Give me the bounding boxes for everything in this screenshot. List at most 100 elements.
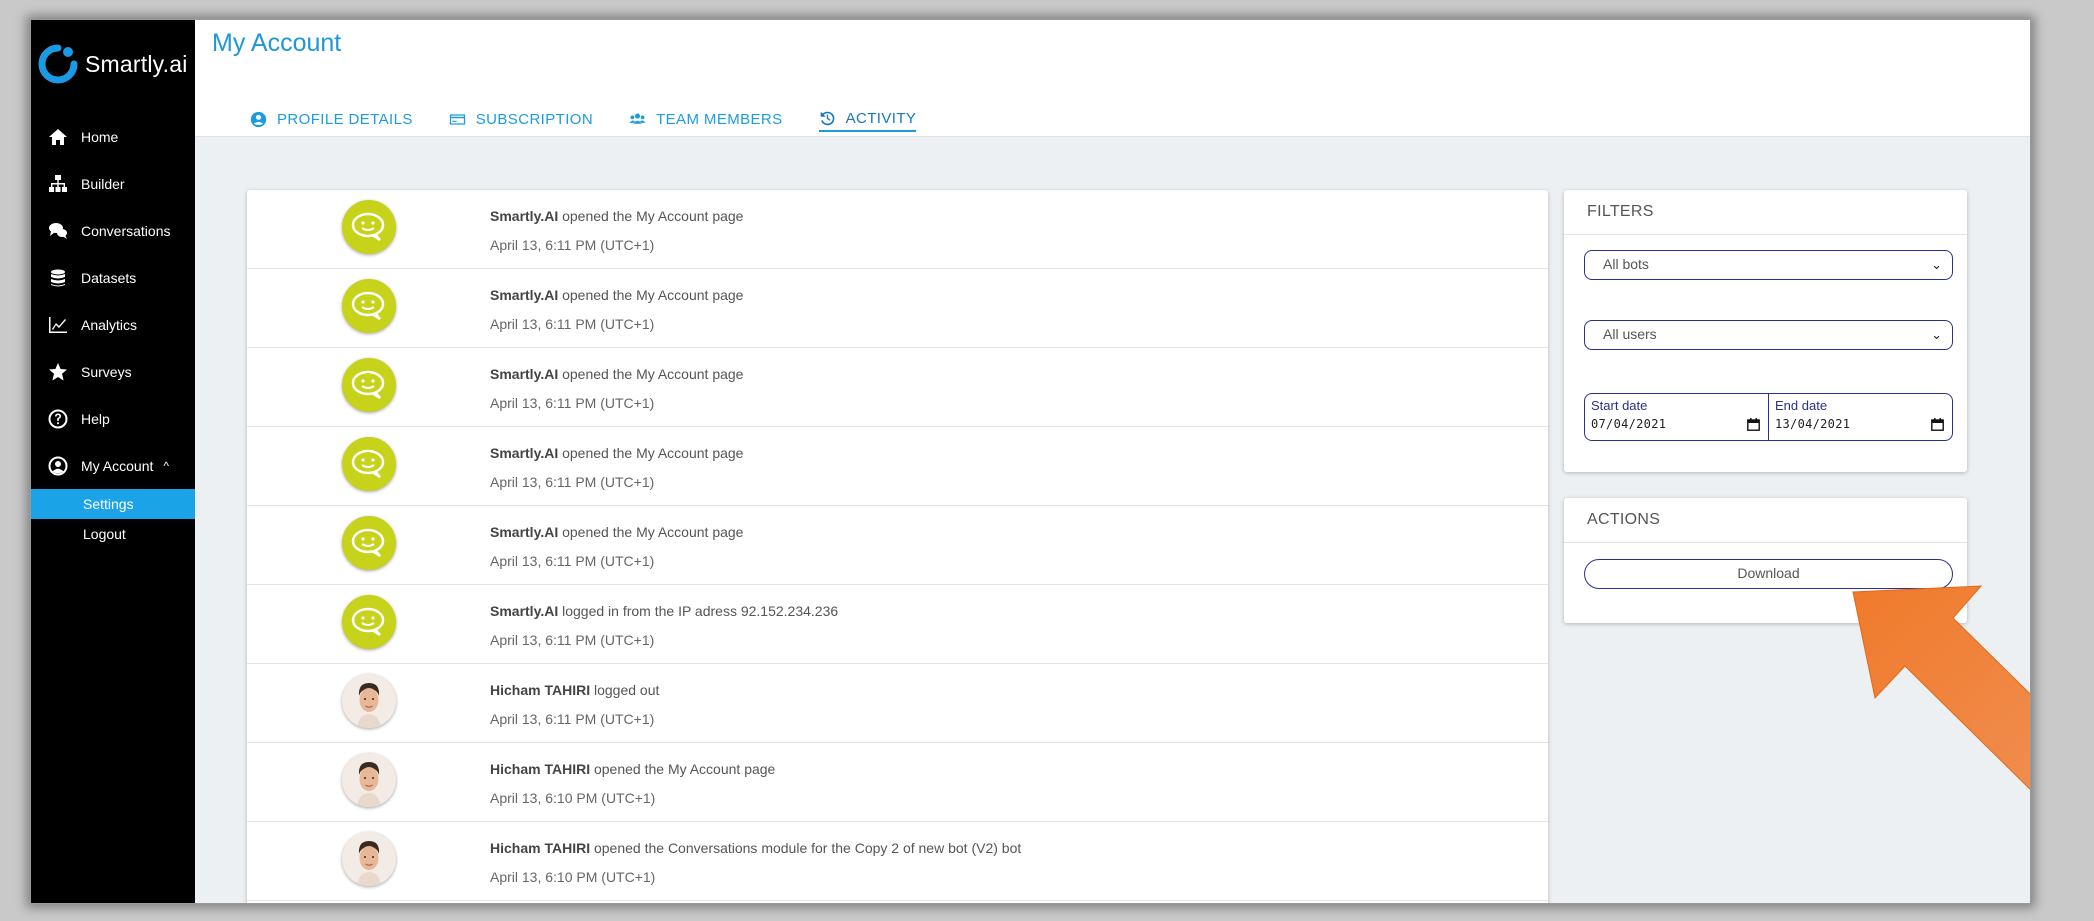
chevron-up-icon: ^ bbox=[163, 458, 170, 473]
activity-time: April 13, 6:10 PM (UTC+1) bbox=[490, 790, 656, 806]
activity-message: Hicham TAHIRI logged out bbox=[490, 682, 659, 698]
tab-label: TEAM MEMBERS bbox=[656, 111, 783, 128]
activity-time: April 13, 6:11 PM (UTC+1) bbox=[490, 474, 655, 490]
bot-avatar-icon bbox=[342, 279, 396, 333]
sidebar-item-analytics[interactable]: Analytics bbox=[31, 301, 195, 348]
app-window: Smartly.ai Home Builder Conversations Da… bbox=[30, 19, 2031, 904]
sidebar-item-home[interactable]: Home bbox=[31, 113, 195, 160]
sidebar-item-label: Builder bbox=[81, 175, 125, 192]
start-date-value: 07/04/2021 bbox=[1591, 417, 1667, 431]
sidebar-item-my-account[interactable]: My Account ^ bbox=[31, 442, 195, 489]
activity-action: opened the My Account page bbox=[558, 287, 744, 303]
sidebar-nav: Home Builder Conversations Datasets Anal… bbox=[31, 113, 195, 549]
sidebar-item-label: Analytics bbox=[81, 316, 138, 333]
activity-actor: Smartly.AI bbox=[490, 287, 559, 303]
history-icon bbox=[820, 111, 834, 126]
tab-label: PROFILE DETAILS bbox=[277, 111, 413, 128]
logo-text: Smartly.ai bbox=[85, 50, 188, 77]
activity-row: Hicham TAHIRI opened the My Account page… bbox=[247, 743, 1548, 822]
activity-actor: Smartly.AI bbox=[490, 366, 559, 382]
database-icon bbox=[47, 268, 69, 288]
activity-message: Smartly.AI logged in from the IP adress … bbox=[490, 603, 838, 619]
filters-title: FILTERS bbox=[1564, 190, 1967, 235]
activity-action: logged out bbox=[590, 682, 660, 698]
activity-time: April 13, 6:11 PM (UTC+1) bbox=[490, 553, 655, 569]
chevron-down-icon: ⌄ bbox=[1931, 257, 1942, 272]
activity-row: Smartly.AI opened the My Account page Ap… bbox=[247, 506, 1548, 585]
sidebar-item-label: Datasets bbox=[81, 269, 137, 286]
smartly-logo-icon bbox=[38, 44, 78, 84]
activity-action: opened the Conversations module for the … bbox=[590, 840, 1022, 856]
activity-time: April 13, 6:11 PM (UTC+1) bbox=[490, 237, 655, 253]
line-chart-icon bbox=[47, 315, 69, 335]
sidebar-item-builder[interactable]: Builder bbox=[31, 160, 195, 207]
user-avatar-icon bbox=[342, 674, 396, 728]
bots-select-value: All bots bbox=[1603, 256, 1649, 272]
sidebar-item-conversations[interactable]: Conversations bbox=[31, 207, 195, 254]
activity-actor: Smartly.AI bbox=[490, 603, 559, 619]
sidebar-item-surveys[interactable]: Surveys bbox=[31, 348, 195, 395]
activity-actor: Smartly.AI bbox=[490, 208, 559, 224]
activity-time: April 13, 6:11 PM (UTC+1) bbox=[490, 316, 655, 332]
activity-row: Smartly.AI opened the My Account page Ap… bbox=[247, 427, 1548, 506]
sidebar-subitem-settings[interactable]: Settings bbox=[31, 489, 195, 519]
activity-time: April 13, 6:11 PM (UTC+1) bbox=[490, 395, 655, 411]
annotation-arrow-icon bbox=[1852, 585, 2030, 790]
tab-profile-details[interactable]: PROFILE DETAILS bbox=[250, 110, 413, 132]
activity-row: Hicham TAHIRI logged out April 13, 6:11 … bbox=[247, 664, 1548, 743]
user-avatar-icon bbox=[342, 753, 396, 807]
activity-row: Smartly.AI opened the My Account page Ap… bbox=[247, 269, 1548, 348]
end-date-field[interactable]: End date 13/04/2021 bbox=[1768, 394, 1952, 440]
activity-list: Smartly.AI opened the My Account page Ap… bbox=[247, 190, 1548, 903]
bot-avatar-icon bbox=[342, 516, 396, 570]
tab-subscription[interactable]: SUBSCRIPTION bbox=[449, 110, 593, 132]
tab-team-members[interactable]: TEAM MEMBERS bbox=[629, 110, 782, 132]
tab-label: ACTIVITY bbox=[845, 110, 917, 127]
activity-time: April 13, 6:10 PM (UTC+1) bbox=[490, 869, 656, 885]
end-date-value: 13/04/2021 bbox=[1775, 417, 1851, 431]
activity-time: April 13, 6:11 PM (UTC+1) bbox=[490, 711, 655, 727]
activity-message: Hicham TAHIRI opened the Conversations m… bbox=[490, 840, 1021, 856]
tab-bar: PROFILE DETAILS SUBSCRIPTION TEAM MEMBER… bbox=[250, 110, 952, 132]
activity-time: April 13, 6:11 PM (UTC+1) bbox=[490, 632, 655, 648]
chat-bubbles-icon bbox=[47, 221, 69, 241]
activity-row: Smartly.AI logged in from the IP adress … bbox=[247, 585, 1548, 664]
calendar-icon[interactable] bbox=[1931, 418, 1944, 431]
sidebar-item-label: Help bbox=[81, 410, 110, 427]
user-circle-icon bbox=[47, 456, 69, 476]
activity-action: opened the My Account page bbox=[558, 366, 744, 382]
date-range: Start date 07/04/2021 End date 13/04/202… bbox=[1584, 393, 1953, 441]
activity-actor: Hicham TAHIRI bbox=[490, 682, 591, 698]
activity-row: Smartly.AI opened the My Account page Ap… bbox=[247, 190, 1548, 269]
users-icon bbox=[629, 113, 646, 124]
bots-select[interactable]: All bots ⌄ bbox=[1584, 250, 1953, 280]
chevron-down-icon: ⌄ bbox=[1931, 327, 1942, 342]
sidebar-item-help[interactable]: Help bbox=[31, 395, 195, 442]
sidebar-subitem-logout[interactable]: Logout bbox=[31, 519, 195, 549]
activity-message: Smartly.AI opened the My Account page bbox=[490, 287, 743, 303]
activity-action: opened the My Account page bbox=[558, 208, 744, 224]
sidebar: Smartly.ai Home Builder Conversations Da… bbox=[31, 20, 195, 903]
activity-message: Smartly.AI opened the My Account page bbox=[490, 524, 743, 540]
sidebar-item-label: Conversations bbox=[81, 222, 171, 239]
star-icon bbox=[47, 362, 69, 382]
tab-label: SUBSCRIPTION bbox=[475, 111, 594, 128]
page-title: My Account bbox=[212, 29, 342, 57]
calendar-icon[interactable] bbox=[1747, 418, 1760, 431]
activity-actor: Hicham TAHIRI bbox=[490, 840, 591, 856]
activity-action: opened the My Account page bbox=[590, 761, 776, 777]
users-select[interactable]: All users ⌄ bbox=[1584, 320, 1953, 350]
start-date-label: Start date bbox=[1591, 398, 1648, 413]
sidebar-item-label: Home bbox=[81, 128, 119, 145]
activity-message: Smartly.AI opened the My Account page bbox=[490, 445, 743, 461]
logo[interactable]: Smartly.ai bbox=[37, 42, 188, 86]
activity-row: Hicham TAHIRI opened the Conversations m… bbox=[247, 822, 1548, 901]
tab-activity[interactable]: ACTIVITY bbox=[818, 110, 917, 132]
start-date-field[interactable]: Start date 07/04/2021 bbox=[1585, 394, 1768, 440]
activity-actor: Smartly.AI bbox=[490, 524, 559, 540]
credit-card-icon bbox=[449, 114, 465, 125]
bot-avatar-icon bbox=[342, 200, 396, 254]
activity-actor: Smartly.AI bbox=[490, 445, 559, 461]
sidebar-item-datasets[interactable]: Datasets bbox=[31, 254, 195, 301]
actions-title: ACTIONS bbox=[1564, 498, 1967, 543]
